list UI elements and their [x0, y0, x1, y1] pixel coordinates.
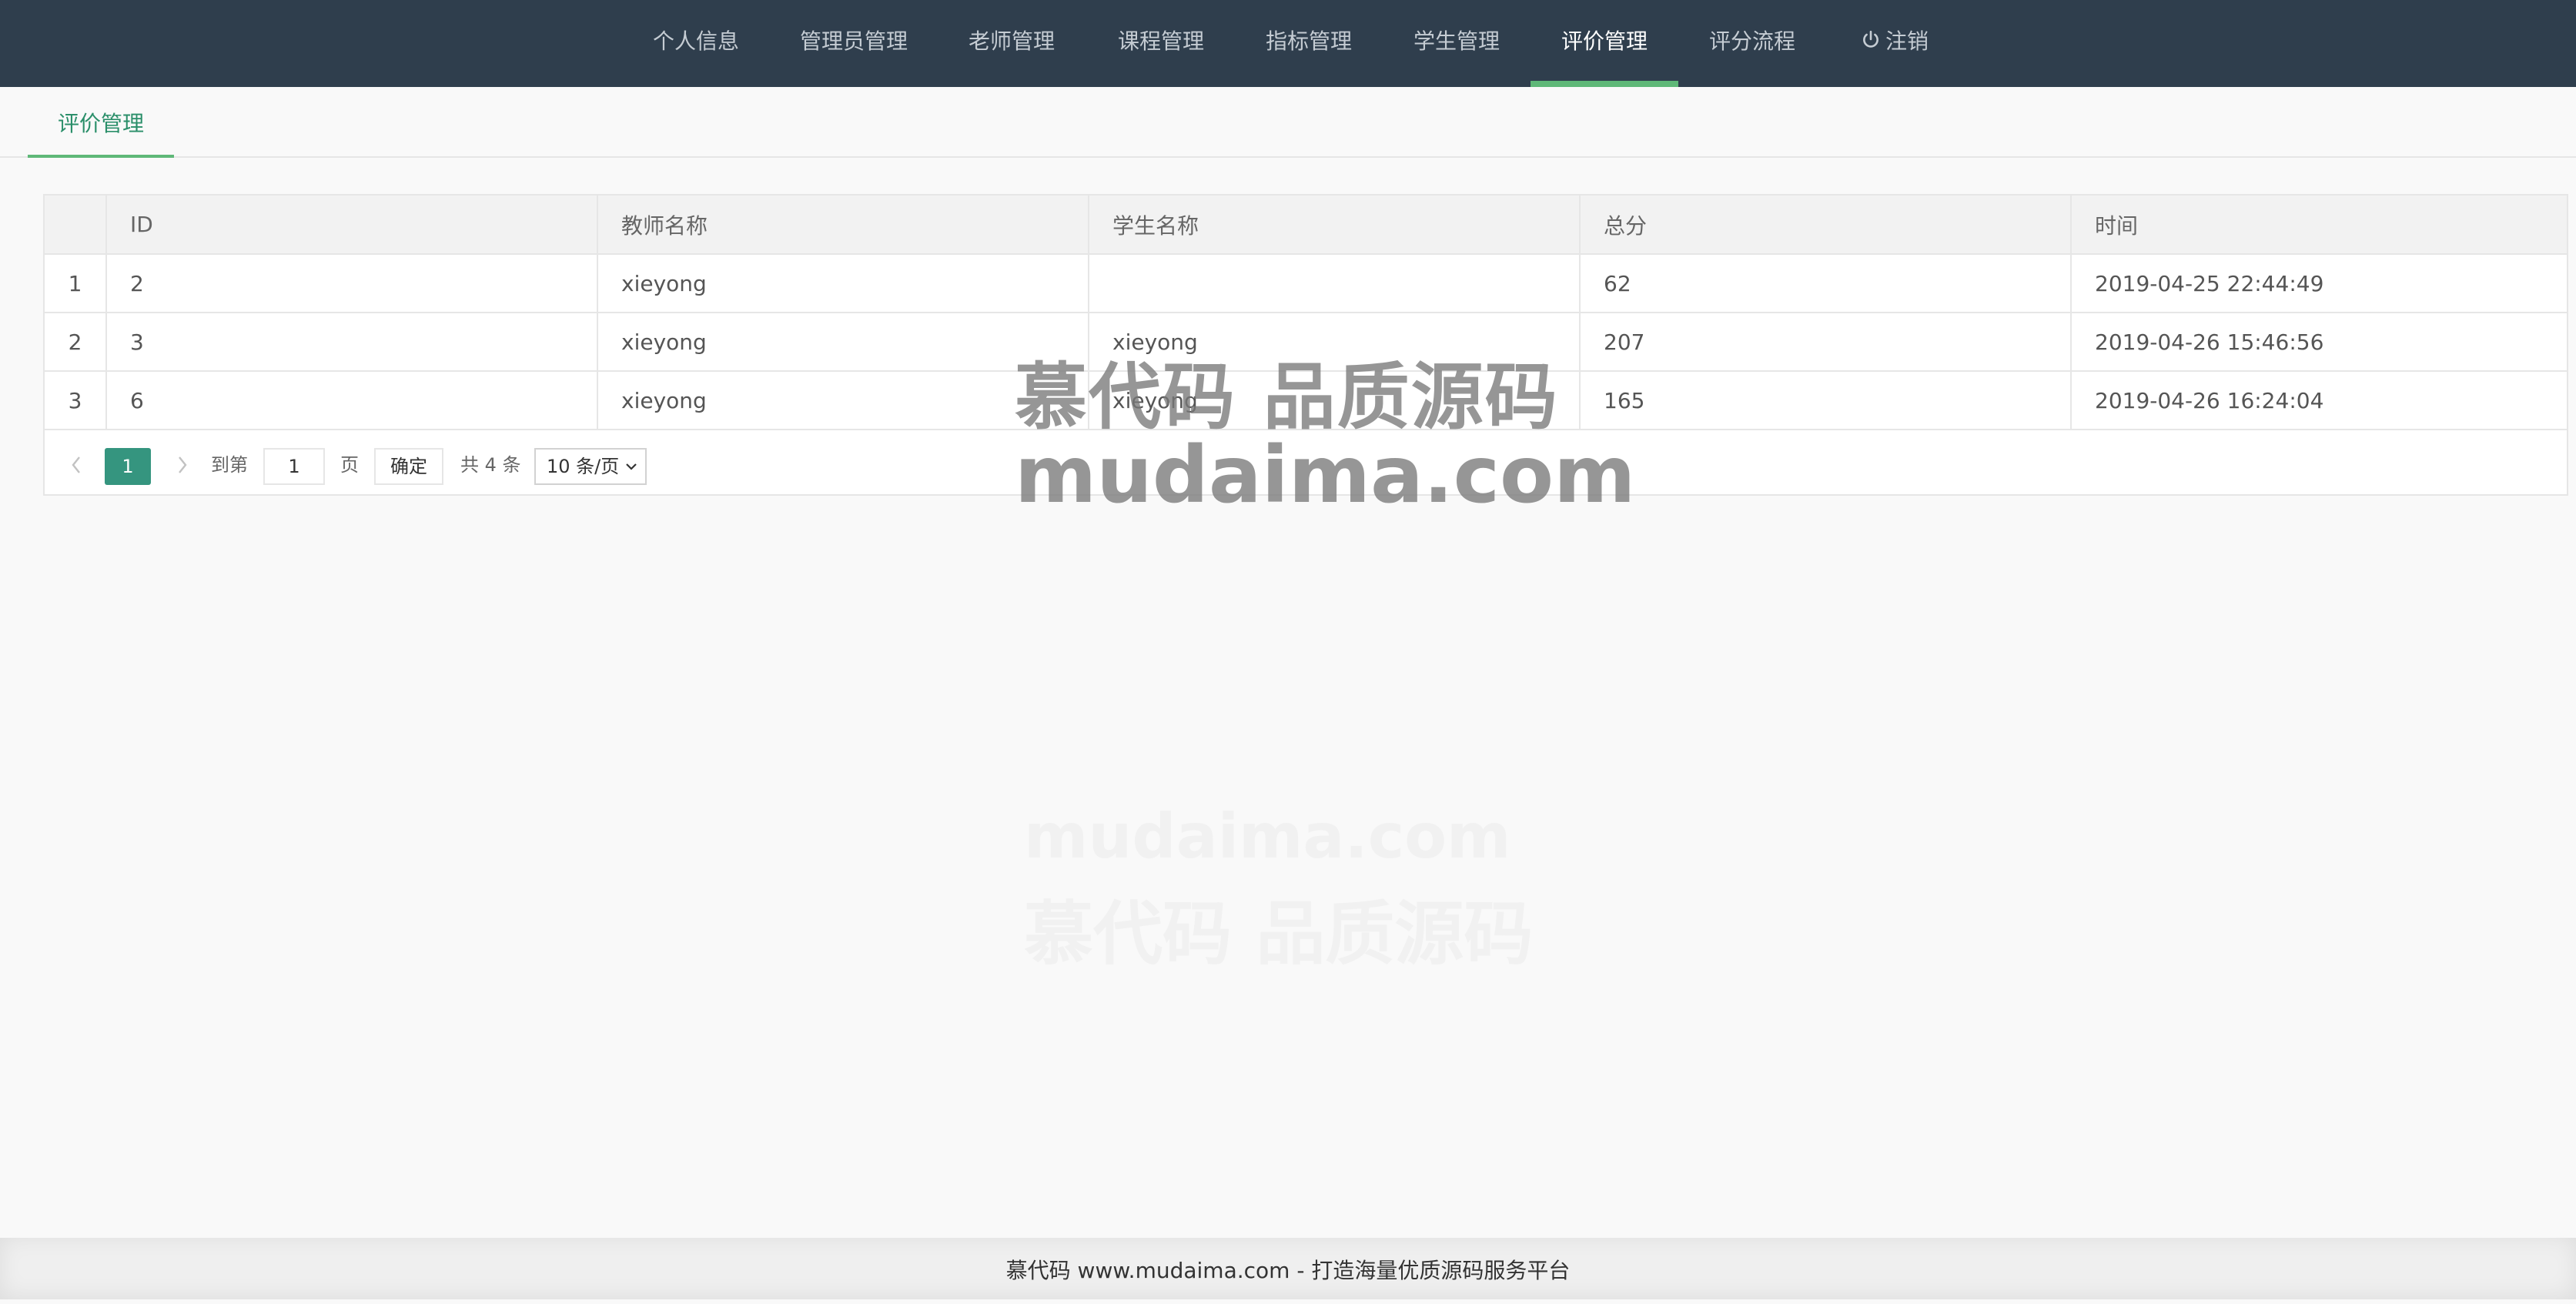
- column-header-time[interactable]: 时间: [2071, 196, 2567, 255]
- tab-evaluation-management[interactable]: 评价管理: [28, 87, 174, 158]
- watermark-url: mudaima.com: [1015, 430, 1636, 521]
- chevron-down-icon: [626, 463, 637, 470]
- column-header-student[interactable]: 学生名称: [1089, 196, 1581, 255]
- goto-page-input[interactable]: [263, 448, 325, 485]
- table-header-row: ID 教师名称 学生名称 总分 时间: [45, 196, 2567, 255]
- row-number: 1: [45, 254, 107, 313]
- cell-id: 2: [106, 254, 598, 313]
- nav-item-label: 老师管理: [968, 28, 1055, 54]
- nav-item-label: 评价管理: [1561, 28, 1648, 54]
- page-button-current[interactable]: 1: [105, 448, 151, 485]
- nav-item-label: 学生管理: [1413, 28, 1500, 54]
- chevron-right-icon[interactable]: [171, 436, 194, 494]
- power-icon: [1863, 30, 1878, 48]
- watermark-text-faint: 慕代码 品质源码: [1024, 894, 1534, 975]
- nav-item-student-management[interactable]: 学生管理: [1397, 0, 1517, 87]
- cell-id: 6: [106, 371, 598, 430]
- nav-item-personal-info[interactable]: 个人信息: [636, 0, 756, 87]
- nav-item-course-management[interactable]: 课程管理: [1101, 0, 1221, 87]
- table-row[interactable]: 1 2 xieyong 62 2019-04-25 22:44:49: [45, 254, 2567, 313]
- page-size-value: 10 条/页: [547, 456, 620, 477]
- page-size-select[interactable]: 10 条/页: [534, 448, 647, 485]
- chevron-left-icon[interactable]: [65, 436, 88, 494]
- nav-item-label: 课程管理: [1117, 28, 1204, 54]
- cell-score: 165: [1580, 371, 2072, 430]
- cell-student: [1089, 254, 1581, 313]
- nav-item-label: 评分流程: [1708, 28, 1795, 54]
- cell-score: 207: [1580, 313, 2072, 372]
- cell-time: 2019-04-25 22:44:49: [2071, 254, 2567, 313]
- nav-item-label: 注销: [1885, 28, 1929, 54]
- nav-item-evaluation-management[interactable]: 评价管理: [1531, 0, 1678, 87]
- nav-item-scoring-process[interactable]: 评分流程: [1692, 0, 1812, 87]
- top-navigation-bar: 个人信息 管理员管理 老师管理 课程管理 指标管理 学生管理 评价管理 评分流程…: [0, 0, 2576, 87]
- cell-time: 2019-04-26 15:46:56: [2071, 313, 2567, 372]
- nav-item-label: 个人信息: [652, 28, 739, 54]
- row-number: 2: [45, 313, 107, 372]
- nav-item-indicator-management[interactable]: 指标管理: [1249, 0, 1369, 87]
- row-number: 3: [45, 371, 107, 430]
- nav-item-teacher-management[interactable]: 老师管理: [952, 0, 1072, 87]
- active-indicator-bar: [1531, 81, 1678, 87]
- footer-text: 慕代码 www.mudaima.com - 打造海量优质源码服务平台: [1005, 1258, 1571, 1283]
- nav-item-admin-management[interactable]: 管理员管理: [787, 0, 921, 87]
- column-header-index: [45, 196, 107, 255]
- watermark-text: 慕代码 品质源码: [1015, 356, 1559, 440]
- nav-item-label: 指标管理: [1265, 28, 1352, 54]
- watermark-url-faint: mudaima.com: [1024, 801, 1511, 872]
- cell-time: 2019-04-26 16:24:04: [2071, 371, 2567, 430]
- footer: 慕代码 www.mudaima.com - 打造海量优质源码服务平台: [0, 1238, 2576, 1299]
- column-header-id[interactable]: ID: [106, 196, 598, 255]
- nav-item-logout[interactable]: 注销: [1845, 0, 1945, 87]
- column-header-teacher[interactable]: 教师名称: [597, 196, 1089, 255]
- confirm-goto-button[interactable]: 确定: [374, 448, 443, 485]
- goto-label: 到第: [211, 454, 248, 476]
- column-header-score[interactable]: 总分: [1580, 196, 2072, 255]
- page-unit-label: 页: [340, 454, 359, 476]
- cell-score: 62: [1580, 254, 2072, 313]
- total-count-label: 共 4 条: [460, 454, 521, 476]
- tab-strip: 评价管理: [0, 87, 2576, 158]
- cell-id: 3: [106, 313, 598, 372]
- nav-item-label: 管理员管理: [799, 28, 908, 54]
- cell-teacher: xieyong: [597, 254, 1089, 313]
